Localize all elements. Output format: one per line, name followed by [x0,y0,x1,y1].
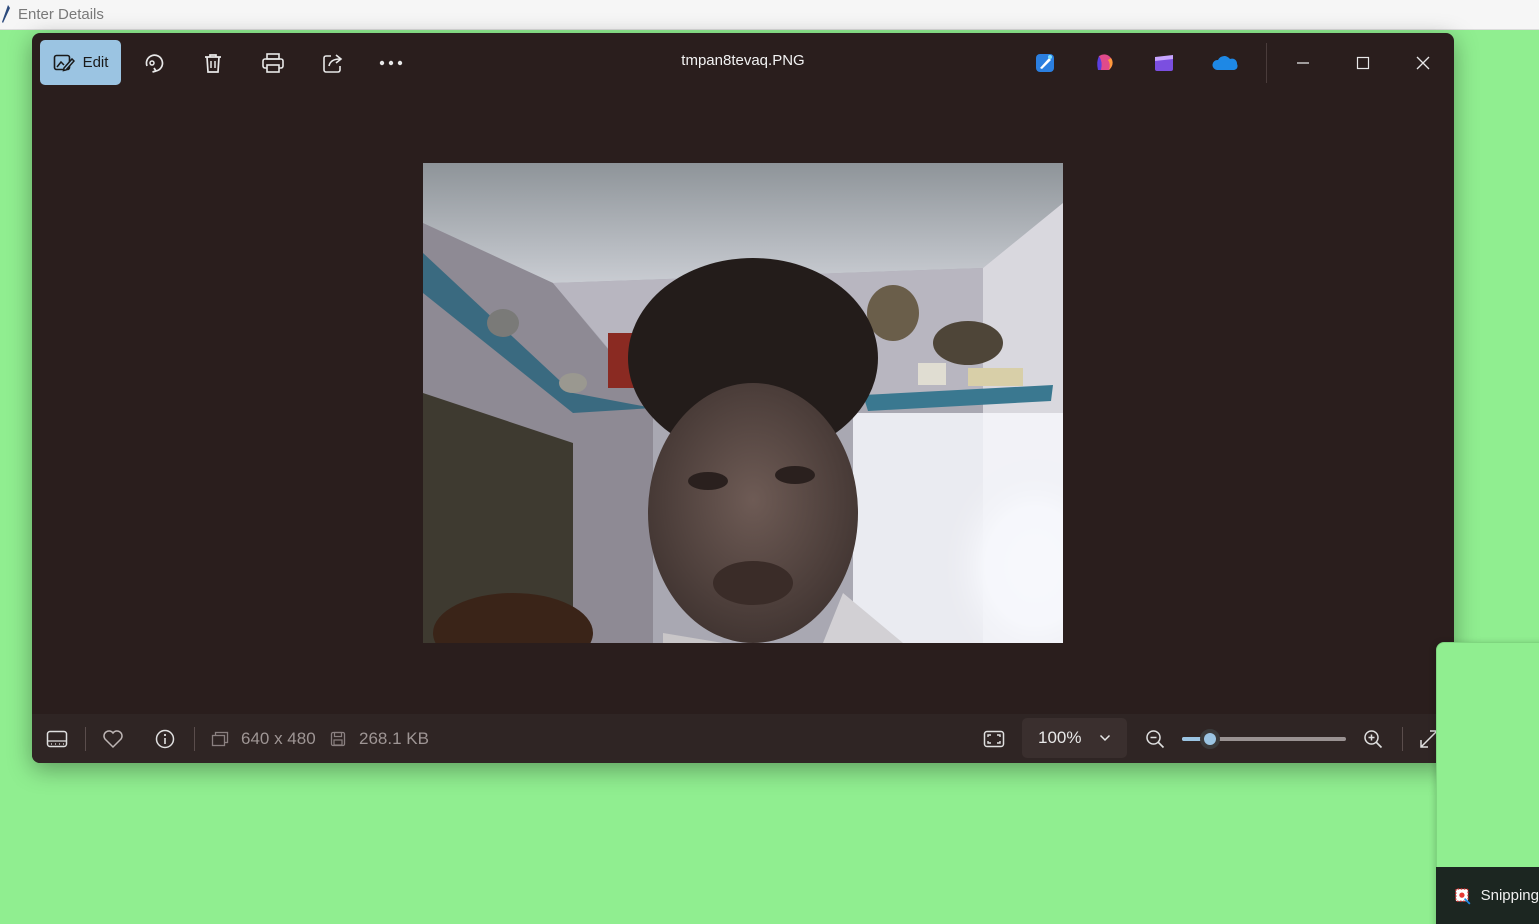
filmstrip-icon [46,730,68,747]
designer-app-button[interactable] [1023,40,1067,85]
background-window-title: Enter Details [18,6,104,23]
delete-button[interactable] [191,40,235,85]
dimensions-icon-wrap [210,714,230,763]
designer-icon [1036,53,1054,72]
snipping-tool-icon [1455,887,1471,905]
background-window-titlebar: Enter Details [0,0,1539,30]
copilot-icon [1097,53,1113,70]
zoom-out-icon [1146,729,1165,748]
photos-toolbar: Edit tmpan8tevaq.PNG [32,33,1454,93]
copilot-app-button[interactable] [1084,40,1128,85]
toolbar-divider [1266,43,1267,83]
onedrive-app-button[interactable] [1203,40,1247,85]
info-icon [155,729,175,748]
share-button[interactable] [311,40,355,85]
feather-icon [2,4,10,23]
save-disk-icon [330,731,346,746]
photo-content [423,163,1063,643]
filesize-icon-wrap [328,714,348,763]
rotate-button[interactable] [131,40,175,85]
displayed-photo [423,163,1063,643]
snipping-notification-bar[interactable]: Snipping [1436,867,1539,924]
filmstrip-toggle-button[interactable] [40,714,74,763]
statusbar-divider [194,727,195,751]
snipping-tool-label: Snipping [1480,887,1539,904]
zoom-in-button[interactable] [1356,714,1390,763]
statusbar-divider [85,727,86,751]
minimize-icon [1297,61,1309,64]
photos-statusbar: 640 x 480 268.1 KB 100% [32,714,1454,763]
share-icon [323,53,343,73]
trash-icon [205,53,221,73]
zoom-out-button[interactable] [1138,714,1172,763]
clipchamp-icon [1155,54,1173,71]
file-size-text: 268.1 KB [359,728,429,748]
rotate-icon [145,53,164,73]
edit-button[interactable]: Edit [40,40,121,85]
edit-button-label: Edit [82,54,109,71]
zoom-level-value: 100% [1038,728,1082,747]
image-dimensions-text: 640 x 480 [241,728,316,748]
file-info-button[interactable] [148,714,182,763]
zoom-in-icon [1364,729,1383,748]
photos-window: Edit tmpan8tevaq.PNG 640 x 480 268.1 KB … [32,33,1454,763]
close-icon [1416,56,1430,69]
image-dimensions-icon [211,731,229,746]
printer-icon [262,52,284,73]
clipchamp-app-button[interactable] [1142,40,1186,85]
onedrive-icon [1212,55,1238,70]
maximize-icon [1356,56,1370,69]
zoom-slider-thumb[interactable] [1199,729,1220,749]
heart-icon [103,729,123,748]
zoom-slider[interactable] [1182,729,1346,749]
favorite-button[interactable] [96,714,130,763]
maximize-button[interactable] [1341,40,1385,85]
statusbar-divider [1402,727,1403,751]
more-icon [379,60,403,65]
print-button[interactable] [251,40,295,85]
close-button[interactable] [1401,40,1445,85]
fit-screen-icon [983,730,1005,747]
chevron-down-icon [1099,734,1111,742]
edit-image-icon [53,54,75,71]
minimize-button[interactable] [1281,40,1325,85]
zoom-level-dropdown[interactable]: 100% [1022,718,1127,758]
more-options-button[interactable] [369,40,413,85]
fit-to-window-button[interactable] [977,714,1011,763]
